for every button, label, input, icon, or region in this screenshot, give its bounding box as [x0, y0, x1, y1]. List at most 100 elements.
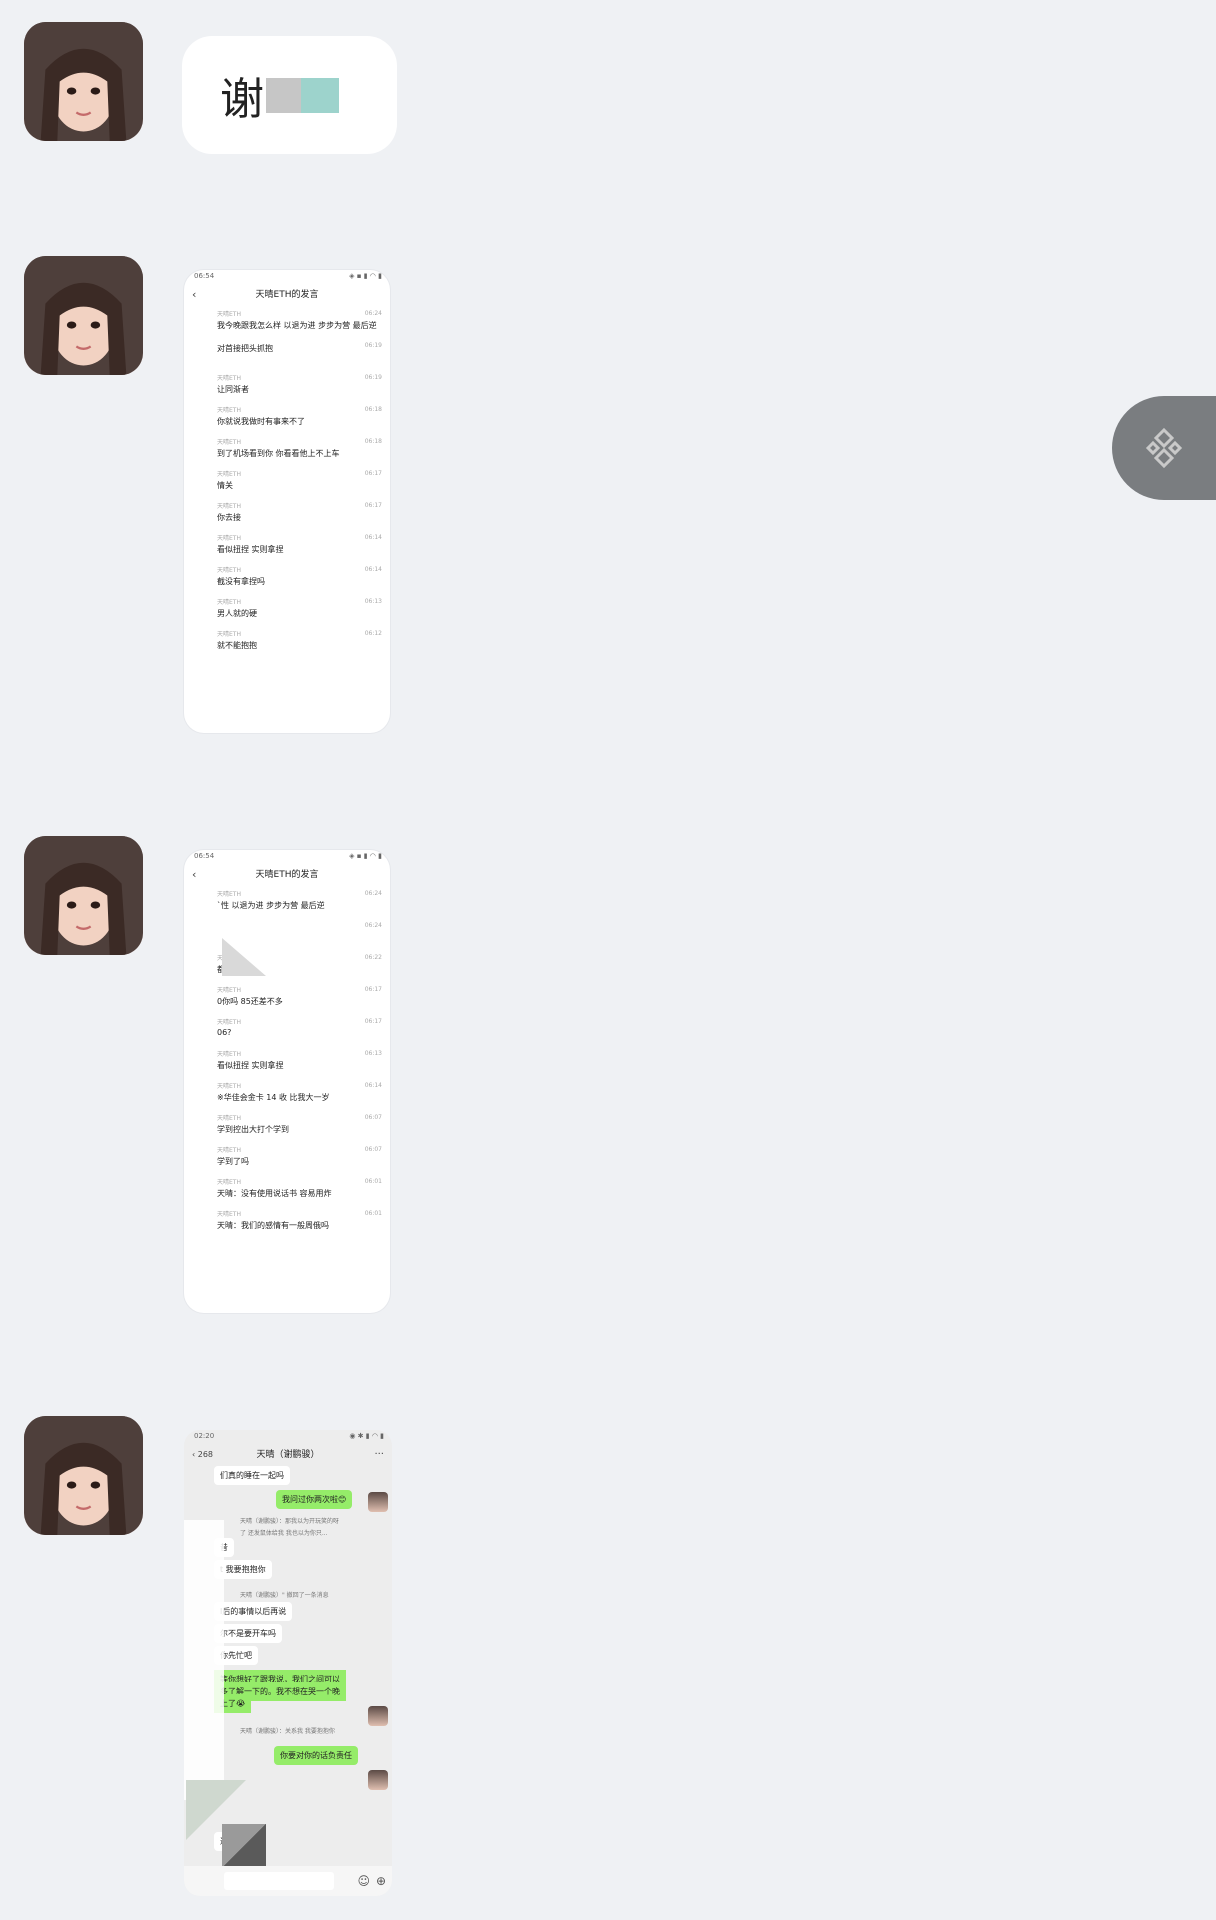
floating-action-button[interactable]	[1112, 396, 1216, 500]
message-text: 让同渐者	[217, 385, 249, 394]
message-time: 06:12	[364, 630, 382, 637]
avatar-image	[24, 836, 143, 955]
status-icons: ◈ ▪ ▮ ◠ ▮	[349, 272, 382, 280]
message-list: 天晴ETH06:24`性 以退为进 步步为营 最后逆06:24天晴ETH06:2…	[184, 886, 390, 1238]
message-time: 06:14	[364, 566, 382, 573]
status-icons: ◉ ✱ ▮ ◠ ▮	[349, 1432, 384, 1440]
sender-name: 天晴ETH	[217, 471, 241, 478]
sender-name: 天晴ETH	[217, 631, 241, 638]
message-row: 06:24	[184, 918, 390, 950]
sender-name: 天晴ETH	[217, 1019, 241, 1026]
sent-message-bubble[interactable]: 我问过你两次啦😊	[276, 1490, 353, 1509]
unread-count: 268	[197, 1450, 214, 1459]
message-row: 天晴ETH 06:14 看似扭捏 实则拿捏	[184, 530, 390, 562]
image-message-screenshot-1[interactable]: 06:54 ◈ ▪ ▮ ◠ ▮ ‹ 天晴ETH的发言 天晴ETH 06:24 我今晚…	[184, 270, 390, 733]
message-row: 天晴ETH06:22都没认识几天	[184, 950, 390, 982]
avatar[interactable]	[24, 256, 143, 375]
avatar[interactable]	[24, 22, 143, 141]
message-row: 天晴ETH 06:13 看似扭捏 实则拿捏	[184, 1046, 390, 1078]
binance-logo-icon	[1145, 427, 1183, 469]
sender-name: 天晴ETH	[217, 375, 241, 382]
status-time: 06:54	[194, 272, 215, 280]
message-time: 06:14	[364, 1082, 382, 1089]
back-arrow-icon: ‹	[192, 288, 197, 301]
back-button: ‹ 268	[192, 1450, 214, 1459]
image-message-screenshot-3[interactable]: 02:20 ◉ ✱ ▮ ◠ ▮ ‹ 268 天晴（谢鹏骏） ··· 们真的睡在一…	[184, 1430, 392, 1896]
message-time: 06:18	[364, 406, 382, 413]
more-icon: ···	[374, 1449, 384, 1460]
message-text: 就不能抱抱	[217, 641, 257, 650]
message-text: 0你吗 85还差不多	[217, 997, 283, 1006]
message-time: 06:01	[364, 1210, 382, 1217]
sender-name: 天晴ETH	[217, 1211, 241, 1218]
sender-name: 天晴ETH	[217, 987, 241, 994]
message-row: 天晴ETH 06:12 就不能抱抱	[184, 626, 390, 658]
sender-name: 天晴ETH	[217, 535, 241, 542]
message-text: 男人就的硬	[217, 609, 257, 618]
message-row: 天晴ETH 06:24 我今晚跟我怎么样 以退为进 步步为营 最后逆	[184, 306, 390, 338]
message-row: 天晴ETH 06:18 你就说我做时有事来不了	[184, 402, 390, 434]
message-row: 天晴ETH 06:17 你去接	[184, 498, 390, 530]
system-notice: 天晴（谢鹏骏）" 撤回了一条消息	[240, 1592, 329, 1599]
sender-name: 天晴ETH	[217, 599, 241, 606]
received-message-bubble[interactable]: 们真的睡在一起吗	[214, 1466, 290, 1485]
sender-name: 天晴ETH	[217, 439, 241, 446]
message-row: 天晴ETH 06:07 学到控出大打个学到	[184, 1110, 390, 1142]
back-arrow-icon: ‹	[192, 868, 197, 881]
message-row: 天晴ETH 06:14 截没有拿捏吗	[184, 562, 390, 594]
message-text: 看似扭捏 实则拿捏	[217, 545, 284, 554]
received-message-bubble[interactable]: 尔不是要开车吗	[214, 1624, 282, 1643]
redaction-block	[222, 1824, 266, 1868]
screenshot-header: ‹ 天晴ETH的发言	[184, 284, 390, 306]
message-time: 06:22	[364, 954, 382, 961]
chat-input-bar: ☺ ⊕	[184, 1866, 392, 1896]
avatar	[368, 1706, 388, 1726]
avatar-image	[24, 256, 143, 375]
sender-name: 天晴ETH	[217, 1051, 241, 1058]
chat-title: 天晴（谢鹏骏）	[256, 1450, 320, 1460]
text-message-bubble[interactable]: 谢	[182, 36, 397, 154]
message-row: 天晴ETH 06:17 情关	[184, 466, 390, 498]
message-row: 06:19 对首接把头抓抱	[184, 338, 390, 370]
redaction-block	[301, 77, 339, 113]
message-time: 06:24	[364, 922, 382, 929]
message-text: 天晴：我们的感情有一般周俄吗	[217, 1221, 329, 1230]
message-text: 对首接把头抓抱	[217, 344, 273, 353]
avatar-image	[24, 22, 143, 141]
message-row: 天晴ETH 06:18 到了机场看到你 你看看他上不上车	[184, 434, 390, 466]
message-time: 06:14	[364, 534, 382, 541]
message-row: 天晴ETH 06:07 学到了吗	[184, 1142, 390, 1174]
message-list: 天晴ETH 06:24 我今晚跟我怎么样 以退为进 步步为营 最后逆 06:19 对首接…	[184, 306, 390, 658]
message-text: 截没有拿捏吗	[217, 577, 265, 586]
avatar[interactable]	[24, 1416, 143, 1535]
message-time: 06:18	[364, 438, 382, 445]
message-time: 06:17	[364, 986, 382, 993]
status-icons: ◈ ▪ ▮ ◠ ▮	[349, 852, 382, 860]
message-time: 06:13	[364, 1050, 382, 1057]
message-time: 06:01	[364, 1178, 382, 1185]
avatar[interactable]	[24, 836, 143, 955]
message-row: 天晴ETH 06:13 男人就的硬	[184, 594, 390, 626]
image-message-screenshot-2[interactable]: 06:54 ◈ ▪ ▮ ◠ ▮ ‹ 天晴ETH的发言 天晴ETH 06:24 `性 …	[184, 850, 390, 1313]
sender-name: 天晴ETH	[217, 503, 241, 510]
redaction-triangle	[222, 938, 266, 976]
avatar	[368, 1492, 388, 1512]
status-time: 02:20	[194, 1432, 215, 1440]
avatar	[368, 1770, 388, 1790]
system-notice: 了 还发鼠体给我 我也以为你只...	[240, 1530, 328, 1537]
message-row: 天晴ETH 06:17 0你吗 85还差不多	[184, 982, 390, 1014]
message-time: 06:13	[364, 598, 382, 605]
message-time: 06:17	[364, 470, 382, 477]
redaction-block	[266, 77, 301, 113]
message-text: 你就说我做时有事来不了	[217, 417, 305, 426]
message-time: 06:17	[364, 502, 382, 509]
message-row: 天晴ETH 06:14 ※华佳会金卡 14 收 比我大一岁	[184, 1078, 390, 1110]
received-message-bubble[interactable]: l后的事情以后再说	[214, 1602, 293, 1621]
sender-name: 天晴ETH	[217, 407, 241, 414]
message-time: 06:24	[364, 310, 382, 317]
message-row: 天晴ETH 06:17 06?	[184, 1014, 390, 1046]
message-text: `性 以退为进 步步为营 最后逆	[217, 901, 325, 910]
message-time: 06:17	[364, 1018, 382, 1025]
sent-message-bubble[interactable]: 你要对你的话负责任	[274, 1746, 358, 1765]
sender-name: 天晴ETH	[217, 1179, 241, 1186]
